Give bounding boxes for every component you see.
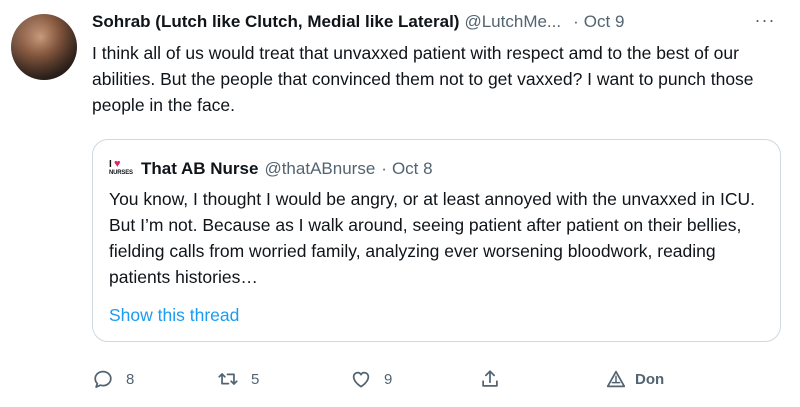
like-button[interactable]: 9 — [350, 364, 392, 394]
show-thread-link[interactable]: Show this thread — [109, 305, 239, 326]
quoted-author-handle[interactable]: @thatABnurse — [264, 159, 375, 179]
more-options-icon[interactable]: ··· — [752, 10, 778, 30]
quoted-author-name[interactable]: That AB Nurse — [141, 159, 258, 179]
donate-button[interactable]: Don — [605, 364, 664, 394]
reply-button[interactable]: 8 — [92, 364, 134, 394]
donate-label: Don — [635, 370, 665, 388]
quoted-tweet[interactable]: I ♥ NURSES That AB Nurse @thatABnurse · Oc… — [92, 139, 781, 342]
reply-count: 8 — [126, 370, 135, 388]
tweet-date[interactable]: Oct 9 — [584, 12, 625, 32]
reply-icon — [94, 370, 112, 388]
like-count: 9 — [384, 370, 393, 388]
warning-triangle-icon — [606, 370, 626, 388]
action-bar: 8 5 9 Don — [0, 364, 800, 394]
quoted-tweet-header: I ♥ NURSES That AB Nurse @thatABnurse · Oc… — [109, 158, 433, 180]
separator-dot: · — [381, 159, 387, 178]
quoted-tweet-date[interactable]: Oct 8 — [392, 159, 433, 179]
quoted-tweet-text: You know, I thought I would be angry, or… — [109, 189, 755, 287]
retweet-count: 5 — [251, 370, 260, 388]
tweet-header: Sohrab (Lutch like Clutch, Medial like L… — [92, 12, 624, 34]
share-button[interactable] — [479, 364, 501, 394]
avatar[interactable] — [11, 14, 77, 80]
retweet-button[interactable]: 5 — [217, 364, 259, 394]
author-handle[interactable]: @LutchMe... — [464, 12, 561, 32]
nurse-heart-icon[interactable]: I ♥ NURSES — [109, 159, 133, 179]
tweet: Sohrab (Lutch like Clutch, Medial like L… — [0, 0, 800, 407]
tweet-text: I think all of us would treat that unvax… — [92, 43, 754, 115]
separator-dot: · — [573, 12, 579, 31]
share-icon — [482, 370, 498, 387]
heart-icon — [352, 371, 370, 388]
retweet-icon — [218, 373, 238, 385]
author-name[interactable]: Sohrab (Lutch like Clutch, Medial like L… — [92, 12, 459, 32]
